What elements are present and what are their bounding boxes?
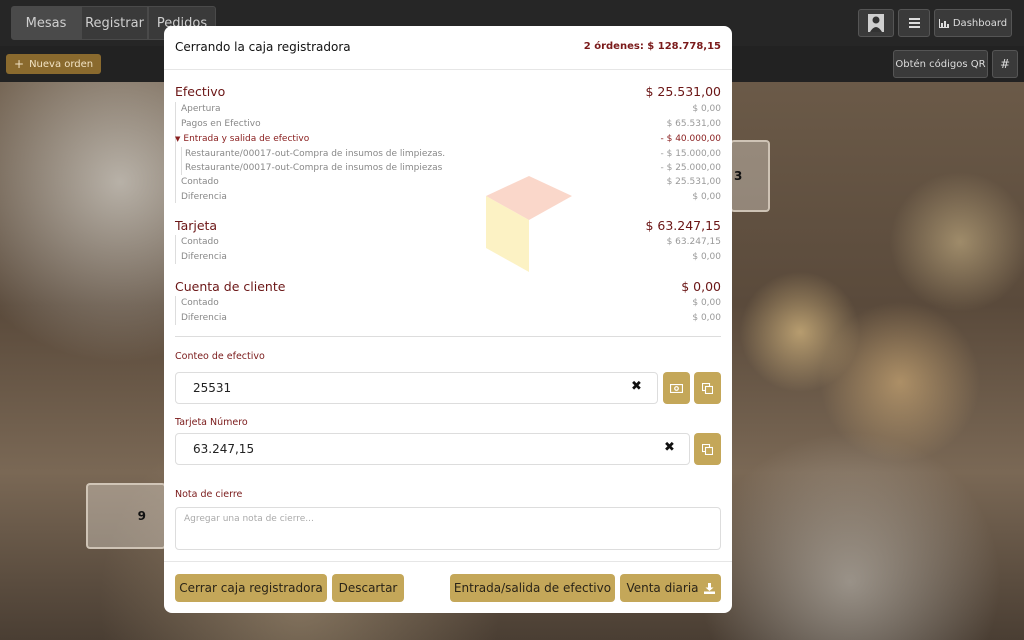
tarjeta-numero-value: 63.247,15 [193, 442, 255, 456]
movement-guide [181, 147, 182, 175]
download-icon [703, 582, 715, 594]
hamburger-menu-icon [908, 18, 920, 28]
cuenta-cliente-amount: $ 0,00 [681, 279, 721, 294]
efectivo-contado-value: $ 25.531,00 [666, 177, 721, 187]
table-9[interactable]: 9 [86, 483, 166, 549]
tab-registrar-label: Registrar [85, 16, 144, 31]
money-button[interactable] [663, 372, 690, 404]
movement-toggle[interactable]: ▼ Entrada y salida de efectivo [175, 134, 309, 144]
modal-header: Cerrando la caja registradora 2 órdenes:… [164, 26, 732, 70]
hash-button[interactable]: # [992, 50, 1018, 78]
cuenta-guide [175, 296, 176, 325]
bar-chart-icon [938, 18, 949, 28]
cerrar-caja-button[interactable]: Cerrar caja registradora [175, 574, 327, 602]
money-icon [670, 383, 683, 393]
modal-title: Cerrando la caja registradora [175, 40, 351, 54]
tarjeta-numero-label: Tarjeta Número [175, 417, 248, 428]
nota-label: Nota de cierre [175, 489, 243, 500]
copy-tarjeta-button[interactable] [694, 433, 721, 465]
clear-icon[interactable]: ✖ [631, 379, 642, 394]
tarjeta-contado-value: $ 63.247,15 [666, 237, 721, 247]
efectivo-diferencia-value: $ 0,00 [692, 192, 721, 202]
menu-button[interactable] [898, 9, 930, 37]
copy-icon [702, 443, 713, 455]
conteo-input[interactable]: 25531 [175, 372, 658, 404]
movement-item: Restaurante/00017-out-Compra de insumos … [185, 163, 443, 173]
conteo-label: Conteo de efectivo [175, 351, 265, 362]
close-register-modal: Cerrando la caja registradora 2 órdenes:… [164, 26, 732, 613]
qr-codes-button[interactable]: Obtén códigos QR [893, 50, 988, 78]
caret-down-icon: ▼ [175, 135, 181, 143]
copy-icon [702, 382, 713, 394]
efectivo-guide [175, 102, 176, 203]
clear-icon[interactable]: ✖ [664, 440, 675, 455]
cerrar-caja-label: Cerrar caja registradora [179, 581, 323, 595]
table-3-label: 3 [734, 169, 743, 183]
user-avatar-button[interactable] [858, 9, 894, 37]
tarjeta-amount: $ 63.247,15 [645, 218, 721, 233]
movement-label: Entrada y salida de efectivo [183, 134, 310, 144]
footer-divider [164, 561, 732, 562]
venta-diaria-button[interactable]: Venta diaria [620, 574, 721, 602]
plus-icon: + [14, 57, 25, 71]
dashboard-button[interactable]: Dashboard [934, 9, 1012, 37]
cuenta-diferencia-value: $ 0,00 [692, 313, 721, 323]
cuenta-diferencia-label: Diferencia [181, 313, 227, 323]
cube-logo-icon [486, 176, 572, 272]
cuenta-contado-value: $ 0,00 [692, 298, 721, 308]
pagos-efectivo-value: $ 65.531,00 [666, 119, 721, 129]
tab-registrar[interactable]: Registrar [81, 6, 148, 40]
venta-diaria-label: Venta diaria [626, 581, 699, 595]
copy-conteo-button[interactable] [694, 372, 721, 404]
movement-value: - $ 40.000,00 [660, 134, 722, 144]
hash-label: # [999, 57, 1011, 71]
efectivo-amount: $ 25.531,00 [645, 84, 721, 99]
descartar-label: Descartar [338, 581, 398, 595]
movement-item-value: - $ 25.000,00 [660, 163, 722, 173]
nueva-orden-label: Nueva orden [29, 58, 94, 70]
section-divider [175, 336, 721, 337]
tab-mesas[interactable]: Mesas [11, 6, 81, 40]
efectivo-contado-label: Contado [181, 177, 219, 187]
efectivo-title: Efectivo [175, 84, 226, 99]
nota-placeholder: Agregar una nota de cierre... [184, 514, 314, 524]
tarjeta-contado-label: Contado [181, 237, 219, 247]
tarjeta-diferencia-label: Diferencia [181, 252, 227, 262]
conteo-value: 25531 [193, 381, 232, 395]
table-3[interactable]: 3 [730, 140, 770, 212]
tarjeta-guide [175, 235, 176, 264]
entrada-salida-button[interactable]: Entrada/salida de efectivo [450, 574, 615, 602]
movement-item-value: - $ 15.000,00 [660, 149, 722, 159]
apertura-value: $ 0,00 [692, 104, 721, 114]
dashboard-label: Dashboard [952, 17, 1008, 29]
nota-textarea[interactable]: Agregar una nota de cierre... [175, 507, 721, 550]
tarjeta-numero-input[interactable]: 63.247,15 [175, 433, 690, 465]
movement-item: Restaurante/00017-out-Compra de insumos … [185, 149, 446, 159]
tarjeta-title: Tarjeta [175, 218, 218, 233]
cuenta-contado-label: Contado [181, 298, 219, 308]
efectivo-diferencia-label: Diferencia [181, 192, 227, 202]
table-9-label: 9 [137, 509, 146, 523]
tarjeta-diferencia-value: $ 0,00 [692, 252, 721, 262]
qr-codes-label: Obtén códigos QR [895, 58, 986, 70]
entrada-salida-label: Entrada/salida de efectivo [453, 581, 612, 595]
tab-mesas-label: Mesas [25, 16, 67, 31]
cuenta-cliente-title: Cuenta de cliente [175, 279, 286, 294]
apertura-label: Apertura [181, 104, 221, 114]
pagos-efectivo-label: Pagos en Efectivo [181, 119, 261, 129]
user-avatar-icon [868, 14, 884, 32]
descartar-button[interactable]: Descartar [332, 574, 404, 602]
nueva-orden-button[interactable]: + Nueva orden [6, 54, 102, 74]
orders-summary: 2 órdenes: $ 128.778,15 [583, 41, 721, 52]
